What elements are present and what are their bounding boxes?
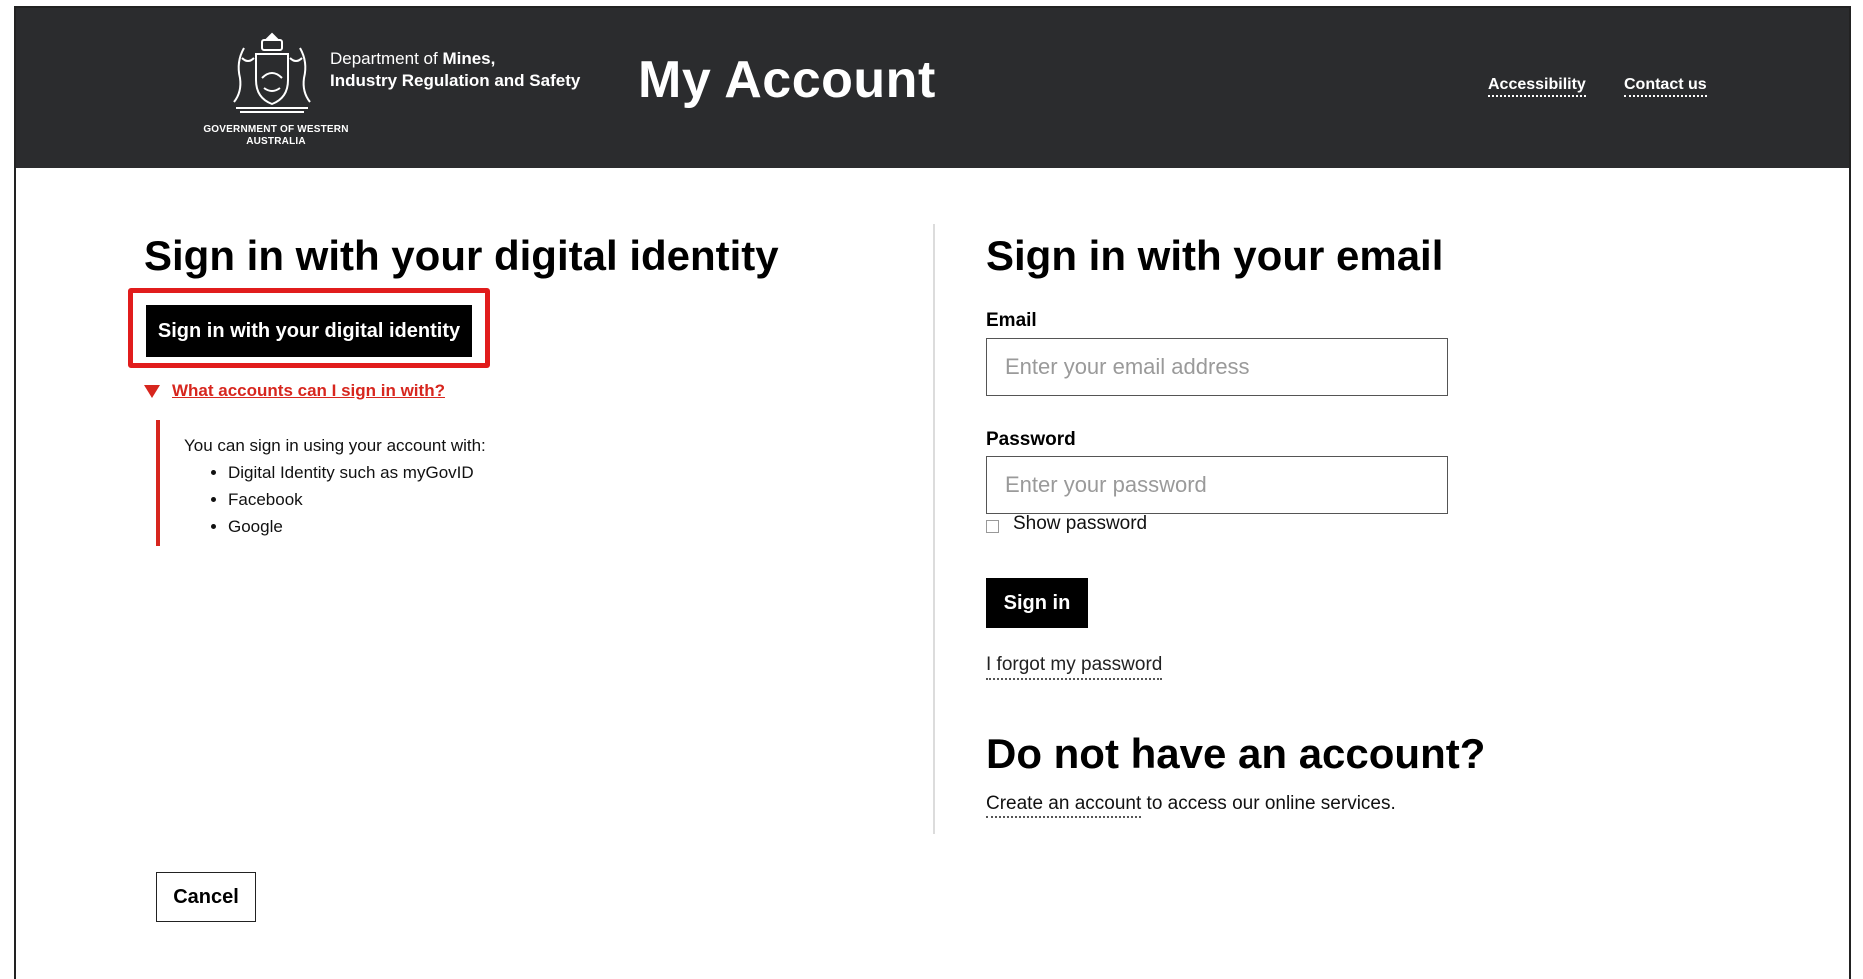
accessibility-link[interactable]: Accessibility <box>1488 76 1586 97</box>
crest-caption: GOVERNMENT OF WESTERN AUSTRALIA <box>203 124 349 147</box>
email-field[interactable] <box>986 338 1448 396</box>
create-account-link[interactable]: Create an account <box>986 793 1142 818</box>
coat-of-arms-icon <box>233 32 311 113</box>
password-field[interactable] <box>986 456 1448 514</box>
list-item: Digital Identity such as myGovID <box>228 459 486 486</box>
department-name: Department of Mines, Industry Regulation… <box>330 49 581 90</box>
list-item: Facebook <box>228 486 486 513</box>
details-intro: You can sign in using your account with: <box>184 436 486 455</box>
site-header: GOVERNMENT OF WESTERN AUSTRALIA Departme… <box>16 8 1849 168</box>
show-password-label[interactable]: Show password <box>1013 513 1147 535</box>
email-heading: Sign in with your email <box>986 232 1444 279</box>
cancel-button[interactable]: Cancel <box>156 872 256 922</box>
contact-us-link[interactable]: Contact us <box>1624 76 1707 97</box>
create-account-text: Create an account to access our online s… <box>986 793 1396 818</box>
email-label: Email <box>986 310 1037 331</box>
digital-identity-heading: Sign in with your digital identity <box>144 232 779 279</box>
forgot-password-link[interactable]: I forgot my password <box>986 654 1163 680</box>
government-crest-logo: GOVERNMENT OF WESTERN AUSTRALIA <box>202 28 348 152</box>
create-account-suffix: to access our online services. <box>1141 793 1396 814</box>
list-item: Google <box>228 513 486 540</box>
triangle-down-icon <box>144 384 160 398</box>
accounts-disclosure[interactable]: What accounts can I sign in with? <box>144 381 445 401</box>
accounts-details: You can sign in using your account with:… <box>184 432 486 540</box>
accounts-disclosure-label[interactable]: What accounts can I sign in with? <box>172 381 445 401</box>
digital-identity-button[interactable]: Sign in with your digital identity <box>146 305 472 357</box>
accounts-list: Digital Identity such as myGovID Faceboo… <box>184 459 486 540</box>
panel-divider <box>933 224 935 834</box>
password-label: Password <box>986 429 1076 450</box>
details-border <box>156 420 160 546</box>
no-account-heading: Do not have an account? <box>986 730 1486 777</box>
sign-in-button[interactable]: Sign in <box>986 578 1088 628</box>
site-title: My Account <box>638 51 936 109</box>
page-frame: GOVERNMENT OF WESTERN AUSTRALIA Departme… <box>14 6 1851 979</box>
show-password-checkbox[interactable] <box>986 520 999 533</box>
